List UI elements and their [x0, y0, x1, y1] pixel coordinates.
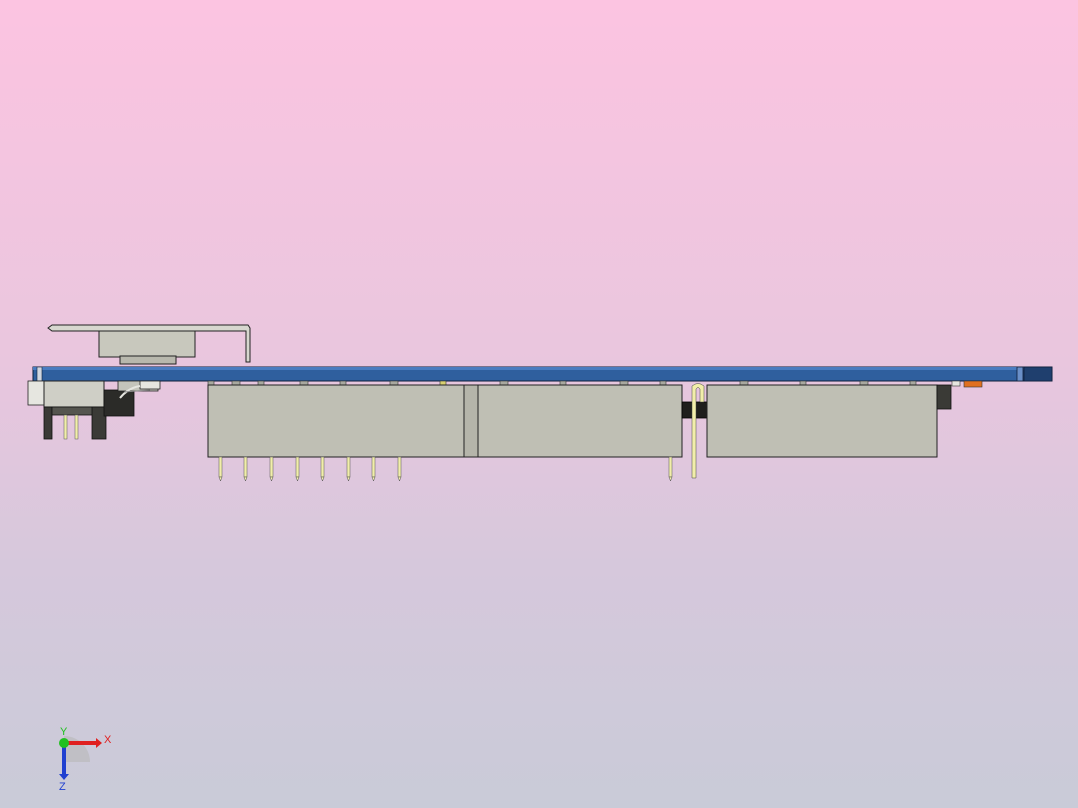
z-axis-label: Z [59, 781, 66, 793]
black-component [681, 383, 709, 479]
right-smd-parts [951, 380, 983, 388]
pcb-board[interactable] [32, 366, 1053, 382]
left-right-angle-header [27, 380, 161, 440]
x-axis-label: X [104, 734, 112, 746]
header-connector-3 [706, 384, 952, 458]
smd-components [207, 380, 917, 386]
coordinate-triad: X Y Z [59, 726, 112, 793]
y-axis-label: Y [60, 726, 68, 738]
x-axis-head [96, 738, 102, 748]
cad-viewport[interactable] [0, 0, 1078, 808]
top-connector-block [98, 330, 196, 365]
header-connector-2 [477, 384, 683, 458]
y-axis-dot [59, 738, 69, 748]
header-pins [218, 456, 673, 482]
header-connector-1 [207, 384, 479, 458]
z-axis-head [59, 774, 69, 780]
